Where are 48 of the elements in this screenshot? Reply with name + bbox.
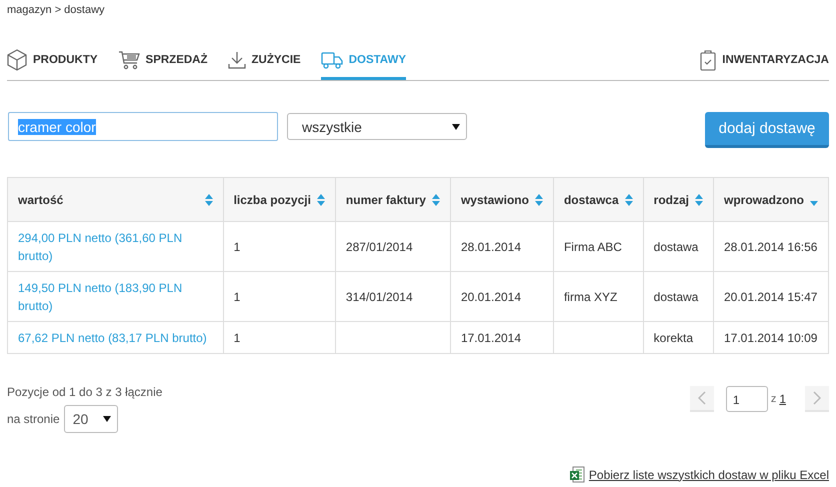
truck-icon (320, 51, 343, 69)
table-cell: 17.01.2014 (460, 330, 522, 344)
nav-tab[interactable]: SPRZEDAŻ (118, 40, 208, 80)
per-page-label: na stronie (7, 412, 60, 426)
table-cell: 17.01.2014 10:09 (724, 330, 818, 344)
table-cell: 1 (234, 330, 240, 344)
table-cell: 1 (234, 240, 240, 254)
table-cell: 28.01.2014 (460, 240, 522, 254)
table-cell: korekta (654, 330, 694, 344)
column-header[interactable]: rodzaj (643, 178, 714, 222)
summary-text: Pozycje od 1 do 3 z 3 łącznie (7, 385, 162, 399)
page-of-label: z (770, 393, 776, 405)
column-header[interactable]: liczba pozycji (223, 178, 336, 222)
table-cell: 20.01.2014 (460, 290, 522, 304)
next-page-button[interactable] (805, 386, 829, 412)
table-cell: dostawa (654, 240, 698, 254)
cube-icon (7, 49, 27, 71)
table-cell: 1 (234, 290, 240, 304)
table-cell: firma XYZ (564, 290, 618, 304)
spreadsheet-icon (568, 466, 585, 483)
per-page-dropdown[interactable]: 20 (64, 405, 118, 433)
table-cell: 287/01/2014 (346, 240, 413, 254)
excel-download-link[interactable]: Pobierz liste wszystkich dostaw w pliku Excel (588, 468, 829, 482)
column-header[interactable]: dostawca (553, 178, 644, 222)
column-header[interactable]: wprowadzono (714, 178, 828, 222)
column-header[interactable]: wartość (8, 178, 224, 222)
nav-tab[interactable]: PRODUKTY (7, 40, 98, 80)
chevron-left-icon (698, 391, 706, 405)
total-pages-link[interactable]: 1 (779, 392, 786, 406)
table-cell: 20.01.2014 15:47 (724, 290, 818, 304)
nav-tab[interactable]: ZUŻYCIE (228, 40, 301, 80)
nav-tab[interactable]: INWENTARYZACJA (700, 40, 829, 80)
table-cell: Firma ABC (564, 240, 622, 254)
filter-dropdown[interactable]: wszystkie (287, 113, 467, 140)
column-header[interactable]: wystawiono (450, 178, 554, 222)
table-cell: 314/01/2014 (346, 290, 413, 304)
table-cell: dostawa (654, 290, 698, 304)
cart-icon (118, 50, 140, 70)
previous-page-button[interactable] (690, 386, 714, 412)
dropdown-caret-icon (452, 124, 460, 130)
chevron-right-icon (813, 391, 821, 405)
column-header[interactable]: numer faktury (335, 178, 450, 222)
page-field[interactable]: 1 (726, 386, 768, 412)
clipboard-icon (700, 49, 716, 71)
table-cell: 28.01.2014 16:56 (724, 240, 818, 254)
breadcrumb: magazyn > dostawy (7, 4, 106, 18)
download-icon (228, 51, 246, 69)
dropdown-caret-icon (102, 416, 111, 422)
